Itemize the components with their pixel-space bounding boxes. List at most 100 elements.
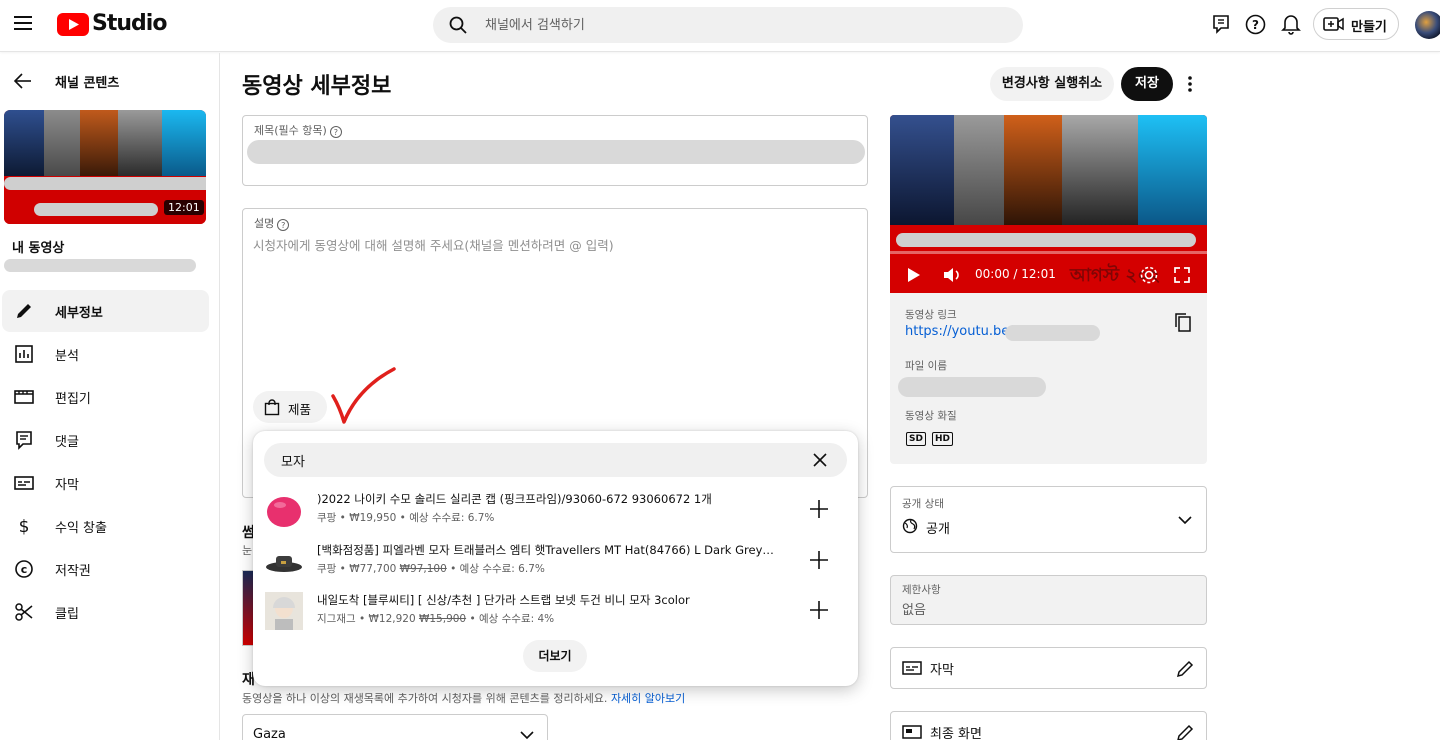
sidebar-item-label: 자막 [55,478,79,493]
video-link-label: 동영상 링크 [905,309,957,321]
channel-search[interactable] [433,7,1023,43]
subtitles-icon [902,661,922,675]
restrictions-box: 제한사항 없음 [890,575,1207,625]
pencil-icon [17,304,31,318]
visibility-select[interactable]: 공개 상태 공개 [890,486,1207,553]
end-screen-row[interactable]: 최종 화면 [890,711,1207,740]
play-icon[interactable] [907,267,921,283]
analytics-icon [15,345,33,363]
close-icon[interactable] [812,452,828,468]
volume-icon[interactable] [942,266,962,284]
product-search-query: 모자 [281,455,305,470]
product-search-input[interactable]: 모자 [264,443,847,477]
sidebar-item-subtitles[interactable]: 자막 [2,462,209,504]
product-meta: 쿠팡 • ₩19,950 • 예상 수수료: 6.7% [317,512,495,524]
end-screen-icon [902,725,922,739]
product-item[interactable]: 내일도착 [블루씨티] [ 신상/추천 ] 단가라 스트랩 보넷 두건 비니 모… [253,586,858,636]
search-input[interactable] [485,7,1005,43]
help-icon[interactable]: ? [277,219,290,231]
sidebar-item-comments[interactable]: 댓글 [2,419,209,461]
restrictions-label: 제한사항 [902,584,941,596]
visibility-value: 공개 [926,522,950,537]
sidebar-item-details[interactable]: 세부정보 [2,290,209,332]
svg-text:$: $ [19,517,30,537]
video-link[interactable]: https://youtu.be/ [905,324,1014,339]
products-chip-label: 제품 [288,402,312,417]
video-thumbnail[interactable]: 12:01 [4,110,206,224]
add-product-icon[interactable] [808,599,830,621]
redacted-filename [898,377,1046,397]
restrictions-value: 없음 [902,603,926,618]
product-search-popup: 모자 )2022 나이키 수모 솔리드 실리콘 캡 (핑크프라임)/93060-… [253,431,858,686]
learn-more-link[interactable]: 자세히 알아보기 [611,692,685,705]
product-name: )2022 나이키 수모 솔리드 실리콘 캡 (핑크프라임)/93060-672… [317,492,712,506]
account-avatar[interactable] [1415,11,1440,39]
playlist-select[interactable]: Gaza [242,714,548,740]
video-plus-icon [1323,17,1344,31]
product-thumbnail [266,556,302,572]
back-arrow-icon[interactable] [13,72,33,90]
edit-pencil-icon[interactable] [1175,723,1195,740]
my-video-label: 내 동영상 [12,241,65,256]
thumbnail-section-subtitle: 눈 [242,544,253,557]
product-name: [백화점정품] 피엘라벤 모자 트래블러스 엠티 햇Travellers MT … [317,543,777,557]
redacted-video-id [1005,325,1100,341]
subtitles-icon [14,476,34,490]
filename-label: 파일 이름 [905,360,947,372]
studio-logo-text: Studio [92,11,167,36]
title-field[interactable]: 제목(필수 항목)? [242,115,868,186]
dollar-icon: $ [19,517,30,537]
sd-quality-badge: SD [906,432,926,446]
sidebar-item-label: 클립 [55,607,79,622]
show-more-button[interactable]: 더보기 [523,640,587,672]
sidebar-item-monetization[interactable]: $ 수익 창출 [2,505,209,547]
products-chip[interactable]: 제품 [253,391,327,423]
editor-icon [14,390,34,404]
sidebar-item-analytics[interactable]: 분석 [2,333,209,375]
help-icon[interactable]: ? [1245,14,1266,35]
more-options-icon[interactable] [1182,74,1198,94]
add-product-icon[interactable] [808,549,830,571]
fullscreen-icon[interactable] [1173,266,1191,284]
sidebar-item-editor[interactable]: 편집기 [2,376,209,418]
feedback-icon[interactable] [1212,14,1230,34]
add-product-icon[interactable] [808,498,830,520]
globe-icon [902,518,918,534]
settings-gear-icon[interactable] [1139,265,1159,285]
redacted-title-value [247,140,865,164]
video-preview-card: আগস্ট ২০২ 00:00 / 12:01 동영상 링크 https://y… [890,115,1207,464]
sidebar-item-copyright[interactable]: c 저작권 [2,548,209,590]
search-icon [449,16,467,34]
hd-quality-badge: HD [932,432,954,446]
description-placeholder: 시청자에게 동영상에 대해 설명해 주세요(채널을 멘션하려면 @ 입력) [253,238,614,253]
visibility-label: 공개 상태 [902,498,944,510]
sidebar-item-label: 수익 창출 [55,521,107,536]
product-name: 내일도착 [블루씨티] [ 신상/추천 ] 단가라 스트랩 보넷 두건 비니 모… [317,593,690,607]
create-button[interactable]: 만들기 [1313,8,1399,40]
product-meta: 쿠팡 • ₩77,700 ₩97,100 • 예상 수수료: 6.7% [317,563,545,575]
copy-icon[interactable] [1174,312,1192,333]
player-time: 00:00 / 12:01 [975,267,1056,281]
undo-changes-button[interactable]: 변경사항 실행취소 [990,67,1114,101]
save-button[interactable]: 저장 [1121,67,1173,101]
subtitles-row[interactable]: 자막 [890,647,1207,689]
help-icon[interactable]: ? [329,126,342,138]
video-player[interactable]: আগস্ট ২০২ 00:00 / 12:01 [890,115,1207,293]
product-thumbnail [265,592,303,630]
top-bar: Studio ? 만들기 [0,0,1440,52]
shopping-bag-icon [264,399,280,416]
sidebar-item-label: 저작권 [55,564,91,579]
end-screen-label: 최종 화면 [930,727,982,740]
edit-pencil-icon[interactable] [1175,659,1195,679]
left-sidebar: 채널 콘텐츠 12:01 내 동영상 세부정보 분석 편집기 댓글 자막 $ 수… [0,53,220,740]
product-item[interactable]: [백화점정품] 피엘라벤 모자 트래블러스 엠티 햇Travellers MT … [253,536,858,586]
menu-icon[interactable] [14,15,34,31]
create-button-label: 만들기 [1351,20,1387,35]
notifications-bell-icon[interactable] [1281,13,1301,35]
sidebar-item-clips[interactable]: 클립 [2,591,209,633]
youtube-logo-icon [57,13,89,36]
product-item[interactable]: )2022 나이키 수모 솔리드 실리콘 캡 (핑크프라임)/93060-672… [253,485,858,535]
back-to-content-label[interactable]: 채널 콘텐츠 [55,72,119,91]
chevron-down-icon [520,731,534,740]
comments-icon [16,431,32,450]
